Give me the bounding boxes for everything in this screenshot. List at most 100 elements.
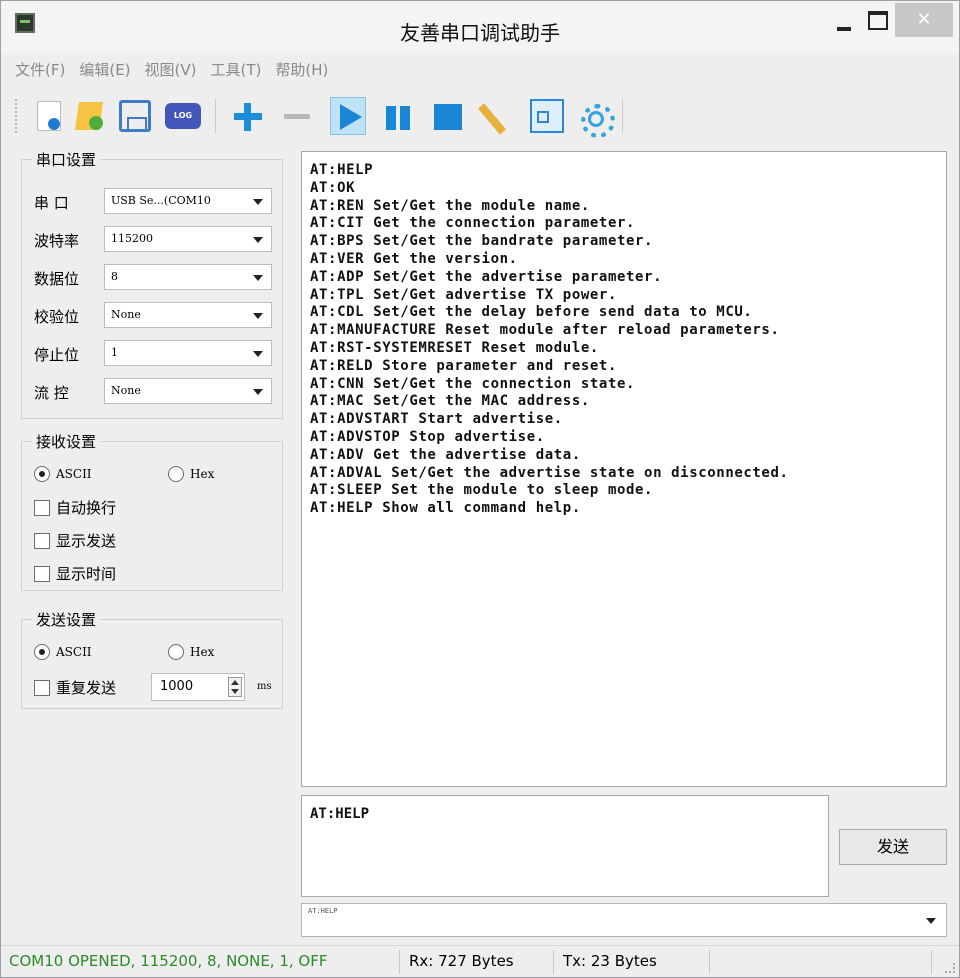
stopbits-value: 1 (111, 346, 118, 359)
toolbar-grip[interactable] (15, 99, 19, 133)
serial-settings-group: 串口设置 串 口 USB Se...(COM10 波特率 115200 数据位 … (21, 149, 283, 419)
serial-settings-title: 串口设置 (32, 149, 101, 170)
repeat-send-checkbox[interactable] (34, 680, 50, 696)
port-label: 串 口 (34, 194, 69, 212)
parity-label: 校验位 (34, 308, 80, 326)
receive-line: AT:TPL Set/Get advertise TX power. (310, 286, 617, 303)
remove-icon[interactable] (280, 98, 316, 134)
menu-view[interactable]: 视图(V) (145, 59, 197, 85)
repeat-send-label: 重复发送 (56, 679, 117, 697)
menu-help[interactable]: 帮助(H) (275, 59, 328, 85)
resize-grip-icon[interactable] (945, 963, 955, 973)
settings-gear-icon[interactable] (578, 101, 615, 138)
menu-file[interactable]: 文件(F) (15, 59, 65, 85)
parity-select[interactable]: None (104, 302, 272, 328)
receive-line: AT:OK (310, 179, 356, 196)
receive-line: AT:ADV Get the advertise data. (310, 446, 581, 463)
tx-count: Tx: 23 Bytes (563, 952, 657, 970)
receive-hex-label: Hex (190, 467, 215, 481)
send-history-select[interactable]: AT:HELP (301, 903, 947, 937)
status-divider (931, 950, 932, 974)
stopbits-label: 停止位 (34, 346, 80, 364)
receive-ascii-label: ASCII (56, 467, 92, 481)
clear-broom-icon[interactable] (480, 98, 516, 134)
flow-control-value: None (111, 384, 141, 397)
close-button[interactable]: ✕ (895, 3, 953, 37)
minimize-button[interactable] (829, 3, 857, 37)
databits-label: 数据位 (34, 270, 80, 288)
send-hex-radio[interactable] (168, 644, 184, 660)
show-send-checkbox[interactable] (34, 533, 50, 549)
show-time-checkbox[interactable] (34, 566, 50, 582)
toolbar: LOG (7, 93, 953, 139)
receive-line: AT:HELP Show all command help. (310, 500, 581, 517)
status-divider (709, 950, 710, 974)
receive-line: AT:ADVSTART Start advertise. (310, 411, 563, 428)
status-divider (553, 950, 554, 974)
chevron-down-icon (253, 351, 263, 357)
receive-line: AT:HELP (310, 162, 374, 178)
chevron-down-icon (253, 389, 263, 395)
save-icon[interactable] (119, 100, 151, 132)
spin-arrows-icon[interactable] (228, 677, 242, 697)
databits-value: 8 (111, 270, 118, 283)
port-select[interactable]: USB Se...(COM10 (104, 188, 272, 214)
receive-settings-title: 接收设置 (32, 431, 101, 452)
auto-wrap-checkbox[interactable] (34, 500, 50, 516)
port-status-text: COM10 OPENED, 115200, 8, NONE, 1, OFF (9, 952, 328, 970)
send-textarea[interactable]: AT:HELP (301, 795, 829, 897)
receive-line: AT:MAC Set/Get the MAC address. (310, 393, 590, 410)
flow-control-select[interactable]: None (104, 378, 272, 404)
pause-icon[interactable] (380, 98, 416, 134)
repeat-interval-value: 1000 (160, 679, 194, 694)
send-ascii-radio[interactable] (34, 644, 50, 660)
rx-count: Rx: 727 Bytes (409, 952, 514, 970)
send-ascii-label: ASCII (56, 645, 92, 659)
send-settings-title: 发送设置 (32, 609, 101, 630)
chevron-down-icon (253, 275, 263, 281)
chevron-down-icon (253, 237, 263, 243)
title-bar: 友善串口调试助手 ✕ (1, 1, 959, 53)
baud-select[interactable]: 115200 (104, 226, 272, 252)
auto-wrap-label: 自动换行 (56, 499, 117, 517)
receive-line: AT:RST-SYSTEMRESET Reset module. (310, 339, 599, 356)
interval-unit: ms (257, 681, 272, 692)
menu-edit[interactable]: 编辑(E) (79, 59, 130, 85)
chevron-down-icon (926, 918, 936, 924)
receive-ascii-radio[interactable] (34, 466, 50, 482)
receive-line: AT:ADVSTOP Stop advertise. (310, 428, 545, 445)
port-value: USB Se...(COM10 (111, 194, 211, 207)
chevron-down-icon (253, 313, 263, 319)
app-window: 友善串口调试助手 ✕ 文件(F) 编辑(E) 视图(V) 工具(T) 帮助(H)… (0, 0, 960, 978)
receive-line: AT:REN Set/Get the module name. (310, 197, 590, 214)
receive-line: AT:VER Get the version. (310, 250, 518, 267)
stop-icon[interactable] (430, 98, 466, 134)
new-file-icon[interactable] (37, 101, 61, 131)
receive-line: AT:ADP Set/Get the advertise parameter. (310, 268, 663, 285)
receive-line: AT:CIT Get the connection parameter. (310, 215, 636, 232)
repeat-interval-input[interactable]: 1000 (151, 673, 245, 701)
receive-textarea[interactable]: AT:HELP AT:OK AT:REN Set/Get the module na… (301, 151, 947, 787)
play-icon[interactable] (330, 97, 366, 135)
send-button[interactable]: 发送 (839, 829, 947, 865)
status-bar: COM10 OPENED, 115200, 8, NONE, 1, OFF Rx… (1, 945, 959, 977)
receive-line: AT:BPS Set/Get the bandrate parameter. (310, 233, 654, 250)
send-history-value: AT:HELP (308, 907, 338, 915)
receive-line: AT:MANUFACTURE Reset module after reload… (310, 322, 780, 339)
window-icon[interactable] (530, 99, 564, 133)
status-divider (399, 950, 400, 974)
maximize-button[interactable] (861, 3, 891, 37)
receive-hex-radio[interactable] (168, 466, 184, 482)
flow-control-label: 流 控 (34, 384, 69, 402)
parity-value: None (111, 308, 141, 321)
receive-settings-group: 接收设置 ASCII Hex 自动换行 显示发送 显示时间 (21, 431, 283, 591)
stopbits-select[interactable]: 1 (104, 340, 272, 366)
receive-line: AT:RELD Store parameter and reset. (310, 357, 617, 374)
add-icon[interactable] (230, 98, 266, 134)
receive-line: AT:ADVAL Set/Get the advertise state on … (310, 464, 789, 481)
show-time-label: 显示时间 (56, 565, 117, 583)
open-file-icon[interactable] (75, 98, 105, 134)
databits-select[interactable]: 8 (104, 264, 272, 290)
menu-tools[interactable]: 工具(T) (211, 59, 262, 85)
log-icon[interactable]: LOG (165, 103, 201, 129)
